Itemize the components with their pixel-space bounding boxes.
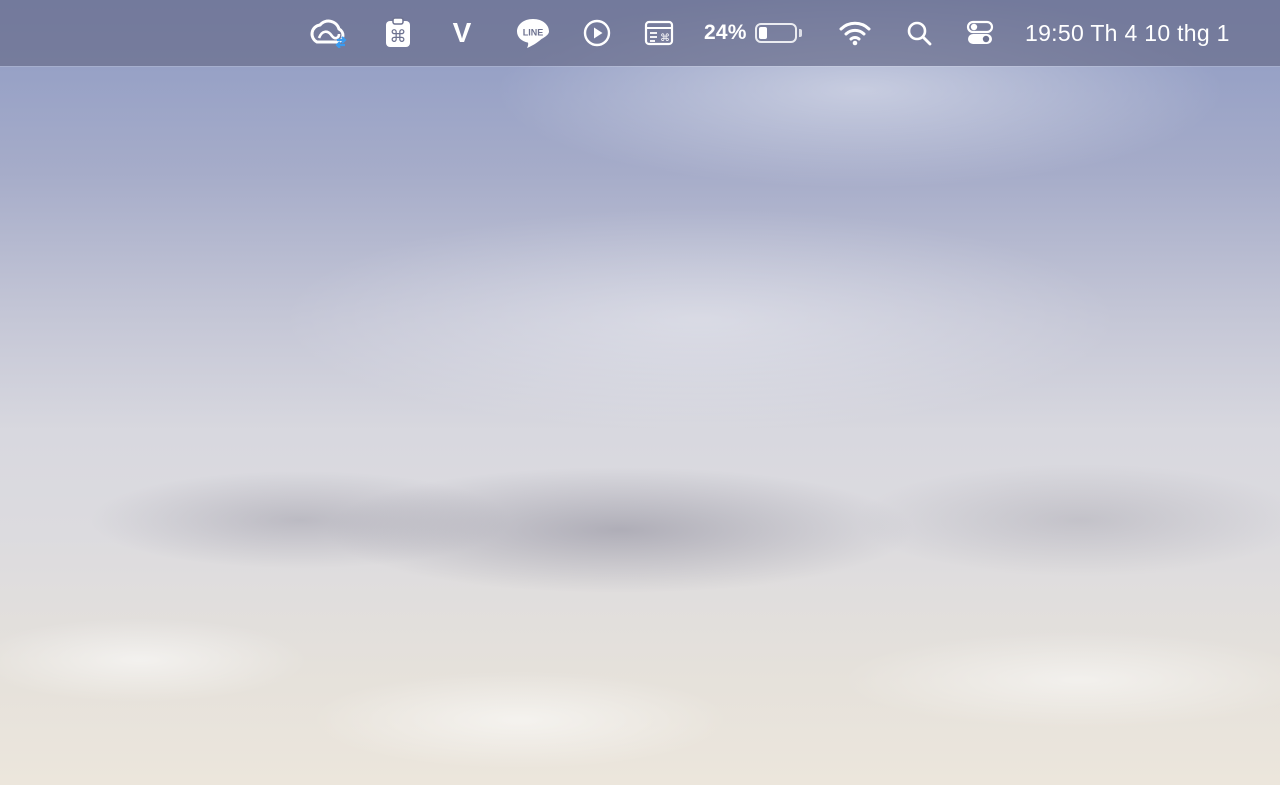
creative-cloud-sync-icon[interactable] [306,0,350,66]
wifi-icon[interactable] [838,0,872,66]
v-app-icon-letter: V [452,17,472,48]
battery-percentage: 24% [704,21,747,44]
battery-status[interactable]: 24% [704,0,808,66]
battery-icon [754,23,797,43]
keyboard-shortcuts-window-icon[interactable]: ⌘ [642,0,676,66]
v-app-icon[interactable]: V [447,0,477,66]
line-icon-label: LINE [523,28,544,38]
svg-text:⌘: ⌘ [660,33,670,44]
command-clipboard-icon[interactable]: ⌘ [380,0,416,66]
desktop-wallpaper [0,0,1280,785]
battery-level-fill [758,27,767,39]
menu-bar: ⌘ V LINE ⌘ 24% 19:50 Th 4 10 thg 1 [0,0,1280,66]
clock-text: 19:50 Th 4 10 thg 1 [1025,19,1230,46]
battery-tip [798,29,802,37]
spotlight-search-icon[interactable] [904,0,934,66]
menubar-clock[interactable]: 19:50 Th 4 10 thg 1 [1025,0,1255,66]
svg-text:⌘: ⌘ [390,27,407,47]
line-messenger-icon[interactable]: LINE [513,0,553,66]
play-circle-icon[interactable] [581,0,613,66]
control-center-icon[interactable] [965,0,995,66]
